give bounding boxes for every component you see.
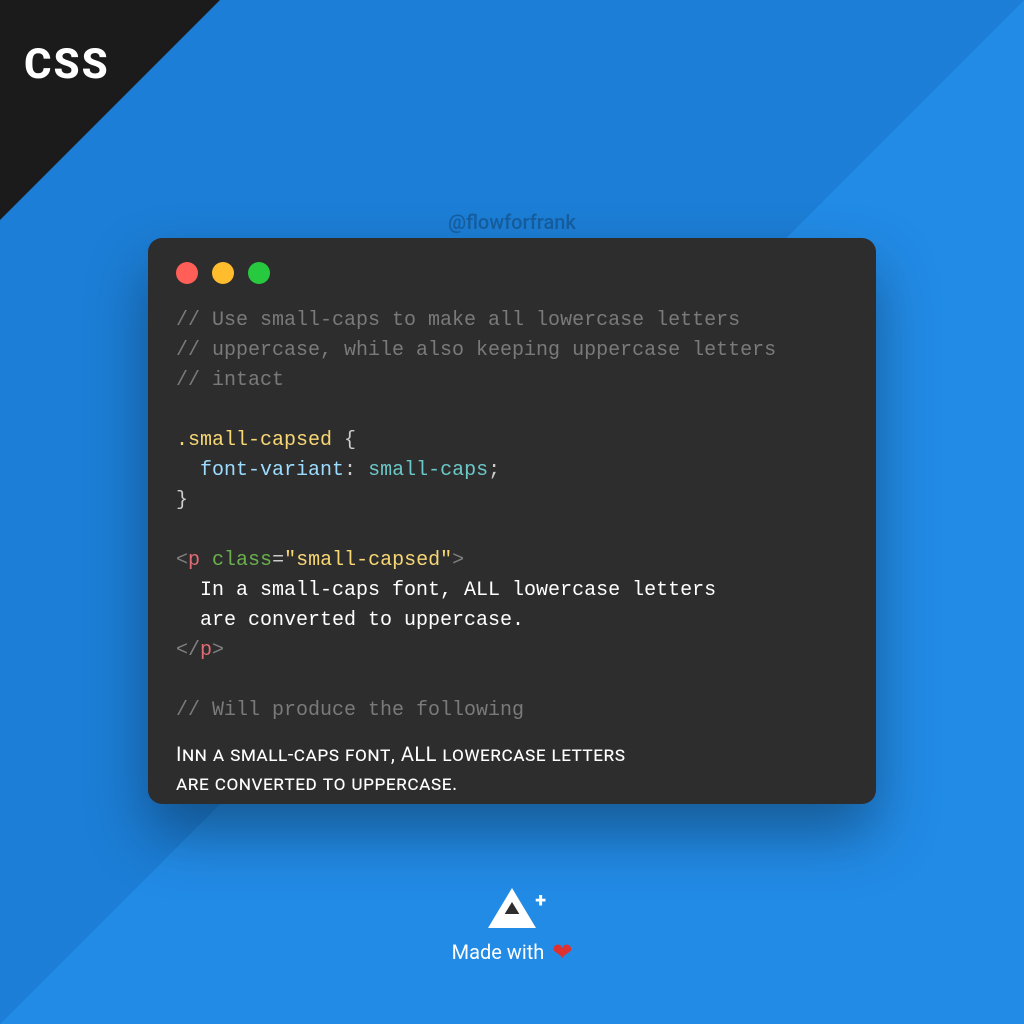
code-angle: <	[176, 549, 188, 572]
code-comment: // uppercase, while also keeping upperca…	[176, 339, 776, 362]
close-icon[interactable]	[176, 262, 198, 284]
code-angle: >	[452, 549, 464, 572]
code-tag: p	[200, 639, 212, 662]
logo-a-plus-icon: +	[484, 888, 540, 932]
code-angle: <	[176, 639, 188, 662]
minimize-icon[interactable]	[212, 262, 234, 284]
code-html-text: In a small-caps font, ALL lowercase lett…	[176, 579, 716, 602]
corner-triangle	[0, 0, 220, 220]
code-tag: p	[188, 549, 200, 572]
code-html-text: are converted to uppercase.	[176, 609, 524, 632]
code-selector: .small-capsed	[176, 429, 332, 452]
code-brace: {	[344, 429, 356, 452]
logo-plus: +	[535, 888, 546, 912]
traffic-lights	[176, 262, 848, 284]
card-stage: CSS @flowforfrank // Use small-caps to m…	[0, 0, 1024, 1024]
code-window: // Use small-caps to make all lowercase …	[148, 238, 876, 804]
rendered-preview: Inn a small-caps font, ALL lowercase let…	[176, 740, 848, 798]
heart-icon: ❤	[552, 940, 572, 964]
code-property: font-variant	[200, 459, 344, 482]
code-brace: }	[176, 489, 188, 512]
made-with-label: Made with ❤	[452, 940, 573, 964]
preview-line: Inn a small-caps font, ALL lowercase let…	[176, 740, 848, 769]
code-comment: // Will produce the following	[176, 699, 524, 722]
watermark-handle: @flowforfrank	[0, 210, 1024, 234]
footer: + Made with ❤	[0, 888, 1024, 964]
made-with-text: Made with	[452, 940, 545, 964]
code-block: // Use small-caps to make all lowercase …	[176, 306, 848, 726]
code-slash: /	[188, 639, 200, 662]
code-comment: // Use small-caps to make all lowercase …	[176, 309, 740, 332]
code-colon: :	[344, 459, 368, 482]
code-angle: >	[212, 639, 224, 662]
code-attr-name: class	[212, 549, 272, 572]
code-attr-value: "small-capsed"	[284, 549, 452, 572]
code-semicolon: ;	[488, 459, 500, 482]
code-comment: // intact	[176, 369, 284, 392]
maximize-icon[interactable]	[248, 262, 270, 284]
code-value: small-caps	[368, 459, 488, 482]
code-eq: =	[272, 549, 284, 572]
corner-label: CSS	[24, 40, 110, 89]
preview-line: are converted to uppercase.	[176, 769, 848, 798]
